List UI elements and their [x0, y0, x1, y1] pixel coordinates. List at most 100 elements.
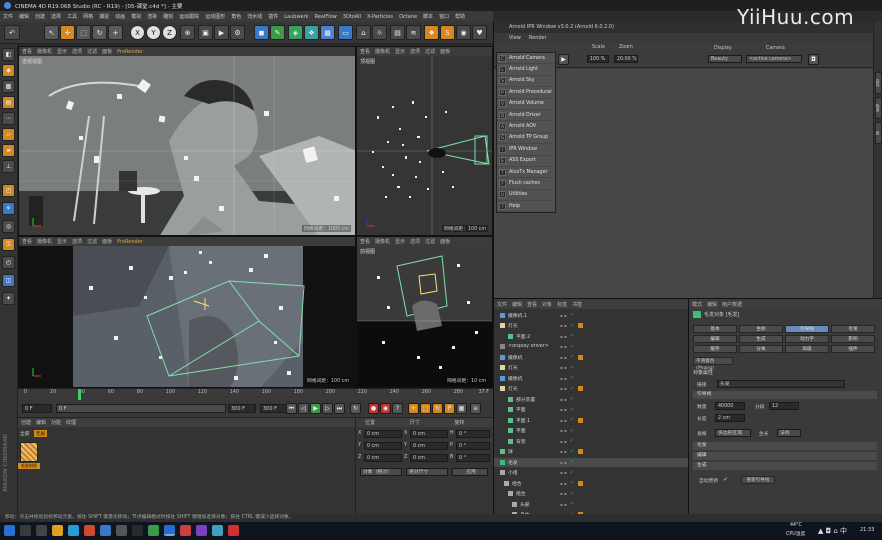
- menu-item[interactable]: 捕捉: [99, 13, 109, 20]
- coord-size-field[interactable]: 0 cm: [410, 442, 448, 450]
- viewport-menu-item[interactable]: 面板: [102, 238, 112, 245]
- layers-icon[interactable]: ◫: [2, 274, 15, 287]
- viewport-top[interactable]: 查看 摄像机 显示 选项 过滤 面板 顶视图 网格间距：100 cm: [356, 46, 493, 236]
- table-row[interactable]: 摄像机 ▪ ▪ ✓: [494, 353, 689, 362]
- section-hair[interactable]: 毛发: [693, 442, 877, 450]
- cloner-icon[interactable]: ❖: [304, 25, 319, 40]
- enable-check-icon[interactable]: ✓: [570, 323, 574, 329]
- floor-icon[interactable]: ▭: [338, 25, 353, 40]
- search-icon[interactable]: [20, 525, 31, 536]
- section-edit[interactable]: 编辑: [693, 452, 877, 460]
- table-row[interactable]: 平面.2 ▪ ▪ ✓: [494, 332, 689, 341]
- coord-mode-dropdown[interactable]: 对象（相对）: [360, 468, 402, 476]
- lock-icon[interactable]: ⚿: [2, 238, 15, 251]
- viewport-menu-item[interactable]: 过滤: [87, 48, 97, 55]
- arnold-menu-render[interactable]: Render: [529, 35, 547, 41]
- material-menu-item[interactable]: 创建: [21, 419, 31, 426]
- enable-check-icon[interactable]: ✓: [570, 312, 574, 318]
- c4d-taskbar-icon[interactable]: [164, 525, 175, 536]
- play-icon[interactable]: ▶: [310, 403, 321, 414]
- world-coord-icon[interactable]: ⊕: [180, 25, 195, 40]
- camera-icon[interactable]: ⌂: [356, 25, 371, 40]
- key-param-icon[interactable]: P: [444, 403, 455, 414]
- coord-pos-field[interactable]: 0 cm: [364, 430, 402, 438]
- redshift-icon[interactable]: ◉: [456, 25, 471, 40]
- table-row[interactable]: 背景 ▪ ▪ ✓: [494, 437, 689, 446]
- arnold-menu-item[interactable]: I IPR Window: [497, 144, 555, 156]
- enable-check-icon[interactable]: ✓: [570, 428, 574, 434]
- count-field[interactable]: 40000: [715, 402, 745, 410]
- material-label[interactable]: 毛发材质: [18, 463, 40, 469]
- menu-item[interactable]: Octane: [399, 14, 417, 20]
- visibility-dots-icon[interactable]: ▪ ▪: [560, 470, 567, 475]
- tag-icon[interactable]: [577, 354, 583, 360]
- viewport-menu-item[interactable]: 显示: [395, 238, 405, 245]
- uv-mode-icon[interactable]: ◰: [2, 184, 15, 197]
- z-axis-button[interactable]: Z: [162, 25, 177, 40]
- arnold-menu-item[interactable]: P Arnold Procedural: [497, 87, 555, 99]
- app-icon-2[interactable]: [100, 525, 111, 536]
- viewport-menu-item[interactable]: 过滤: [425, 238, 435, 245]
- go-start-icon[interactable]: ⏮: [286, 403, 297, 414]
- coord-size-mode-dropdown[interactable]: 绝对尺寸: [406, 468, 448, 476]
- points-mode-icon[interactable]: ⋯: [2, 112, 15, 125]
- favorite-icon[interactable]: ♥: [472, 25, 487, 40]
- go-end-icon[interactable]: ⏭: [334, 403, 345, 414]
- enable-check-icon[interactable]: ✓: [570, 354, 574, 360]
- coord-size-field[interactable]: 0 cm: [410, 430, 448, 438]
- visibility-dots-icon[interactable]: ▪ ▪: [560, 386, 567, 391]
- visibility-dots-icon[interactable]: ▪ ▪: [560, 313, 567, 318]
- visibility-dots-icon[interactable]: ▪ ▪: [560, 460, 567, 465]
- visibility-dots-icon[interactable]: ▪ ▪: [560, 502, 567, 507]
- start-icon[interactable]: [4, 525, 15, 536]
- viewport-menu-item[interactable]: 面板: [102, 48, 112, 55]
- menu-item[interactable]: 运动跟踪: [179, 13, 199, 20]
- object-menu-item[interactable]: 书签: [572, 301, 582, 308]
- tag-icon[interactable]: [577, 480, 583, 486]
- visibility-dots-icon[interactable]: ▪ ▪: [560, 481, 567, 486]
- enable-check-icon[interactable]: ✓: [570, 386, 574, 392]
- app-icon-3[interactable]: [116, 525, 127, 536]
- section-guides[interactable]: 引导线: [693, 391, 877, 399]
- attr-tab-button[interactable]: 影响: [831, 335, 875, 343]
- table-row[interactable]: 平面 ▪ ▪ ✓: [494, 427, 689, 436]
- menu-item[interactable]: 流水线: [247, 13, 262, 20]
- undo-icon[interactable]: ↶: [4, 25, 20, 40]
- app-icon-7[interactable]: [196, 525, 207, 536]
- menu-item[interactable]: 渲染: [147, 13, 157, 20]
- timeline-menu-icon[interactable]: ≡: [470, 403, 481, 414]
- menu-item[interactable]: 网格: [83, 13, 93, 20]
- table-row[interactable]: 摄像机.1 ▪ ▪ ✓: [494, 311, 689, 320]
- visibility-dots-icon[interactable]: ▪ ▪: [560, 439, 567, 444]
- arnold-menu-item[interactable]: E ASS Export: [497, 156, 555, 167]
- viewport-camera[interactable]: 查看 摄像机 显示 选项 过滤 面板 ProRender 网格间距：100 cm: [18, 236, 356, 388]
- key-scale-icon[interactable]: ⬚: [420, 403, 431, 414]
- enable-check-icon[interactable]: ✓: [570, 344, 574, 350]
- menu-item[interactable]: 窗口: [439, 13, 449, 20]
- arnold-menu-item[interactable]: L Arnold Light: [497, 64, 555, 76]
- attr-tab-button[interactable]: 生成: [739, 335, 783, 343]
- enable-check-icon[interactable]: ✓: [570, 365, 574, 371]
- arnold-menu-item[interactable]: F Flush caches: [497, 178, 555, 190]
- polygons-mode-icon[interactable]: ▰: [2, 144, 15, 157]
- timeline-ruler[interactable]: 0 20 40 60 80 100 120 140 160 180 200 220 240 260 280 …: [18, 388, 493, 400]
- arnold-menu-item[interactable]: U Utilities: [497, 190, 555, 202]
- menu-item[interactable]: 模拟: [131, 13, 141, 20]
- light-icon[interactable]: ☼: [372, 25, 387, 40]
- grid-icon[interactable]: ◴: [2, 256, 15, 269]
- visibility-dots-icon[interactable]: ▪ ▪: [560, 491, 567, 496]
- octane-icon[interactable]: S: [440, 25, 455, 40]
- table-row[interactable]: <display driver> ▪ ▪ ✓: [494, 343, 689, 352]
- enable-check-icon[interactable]: ✓: [570, 501, 574, 507]
- tweak-icon[interactable]: ⚘: [2, 202, 15, 215]
- side-tab-2[interactable]: 构造: [875, 97, 882, 119]
- menu-item[interactable]: 角色: [231, 13, 241, 20]
- table-row[interactable]: 平面 ▪ ▪ ✓: [494, 406, 689, 415]
- attr-tab-button[interactable]: 编辑: [693, 335, 737, 343]
- menu-item[interactable]: 雕刻: [163, 13, 173, 20]
- viewport-menu-item[interactable]: 查看: [360, 238, 370, 245]
- viewport-menu-item[interactable]: 摄像机: [375, 48, 390, 55]
- viewport-menu-item[interactable]: 摄像机: [37, 238, 52, 245]
- visibility-dots-icon[interactable]: ▪ ▪: [560, 334, 567, 339]
- side-tab-1[interactable]: 内容: [875, 72, 882, 94]
